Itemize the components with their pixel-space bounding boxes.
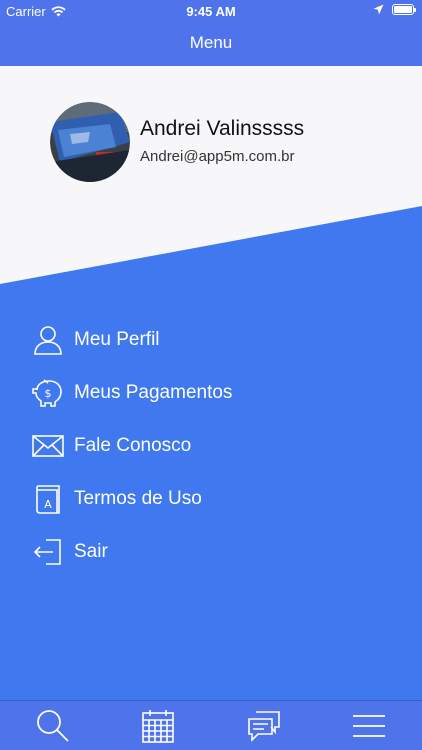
menu-item-meus-pagamentos[interactable]: $ Meus Pagamentos	[30, 371, 390, 415]
calendar-icon	[142, 709, 175, 743]
tab-search[interactable]	[23, 703, 83, 749]
nav-bar: Menu	[0, 22, 422, 66]
menu-item-label: Sair	[74, 541, 108, 562]
hamburger-menu-icon	[353, 714, 386, 737]
book-icon: A	[30, 481, 66, 517]
piggy-bank-icon: $	[30, 375, 66, 411]
tab-chat[interactable]	[234, 703, 294, 749]
logout-icon	[30, 534, 66, 570]
avatar[interactable]	[50, 102, 130, 182]
tab-calendar[interactable]	[128, 703, 188, 749]
menu-item-label: Termos de Uso	[74, 488, 202, 509]
svg-text:$: $	[45, 387, 52, 400]
menu-item-meu-perfil[interactable]: Meu Perfil	[30, 318, 390, 362]
status-time: 9:45 AM	[186, 4, 236, 19]
search-icon	[36, 709, 69, 742]
menu-item-sair[interactable]: Sair	[30, 530, 390, 574]
nav-title: Menu	[189, 33, 233, 52]
profile-name: Andrei Valinsssss	[140, 117, 305, 140]
battery-icon	[392, 4, 416, 15]
svg-text:A: A	[44, 498, 52, 511]
status-bar: Carrier 9:45 AM	[0, 0, 422, 22]
menu-item-label: Fale Conosco	[74, 435, 192, 456]
envelope-icon	[30, 428, 66, 464]
menu-item-termos-de-uso[interactable]: A Termos de Uso	[30, 477, 390, 521]
status-right	[373, 4, 416, 15]
location-arrow-icon	[373, 4, 384, 15]
avatar-photo	[50, 102, 130, 182]
profile-email: Andrei@app5m.com.br	[140, 148, 295, 165]
tab-bar	[0, 700, 422, 750]
menu-item-fale-conosco[interactable]: Fale Conosco	[30, 424, 390, 468]
menu-item-label: Meu Perfil	[74, 329, 160, 350]
user-icon	[30, 322, 66, 358]
tab-menu[interactable]	[339, 703, 399, 749]
chat-icon	[247, 710, 280, 742]
profile-header-background	[0, 66, 422, 284]
menu-item-label: Meus Pagamentos	[74, 382, 233, 403]
